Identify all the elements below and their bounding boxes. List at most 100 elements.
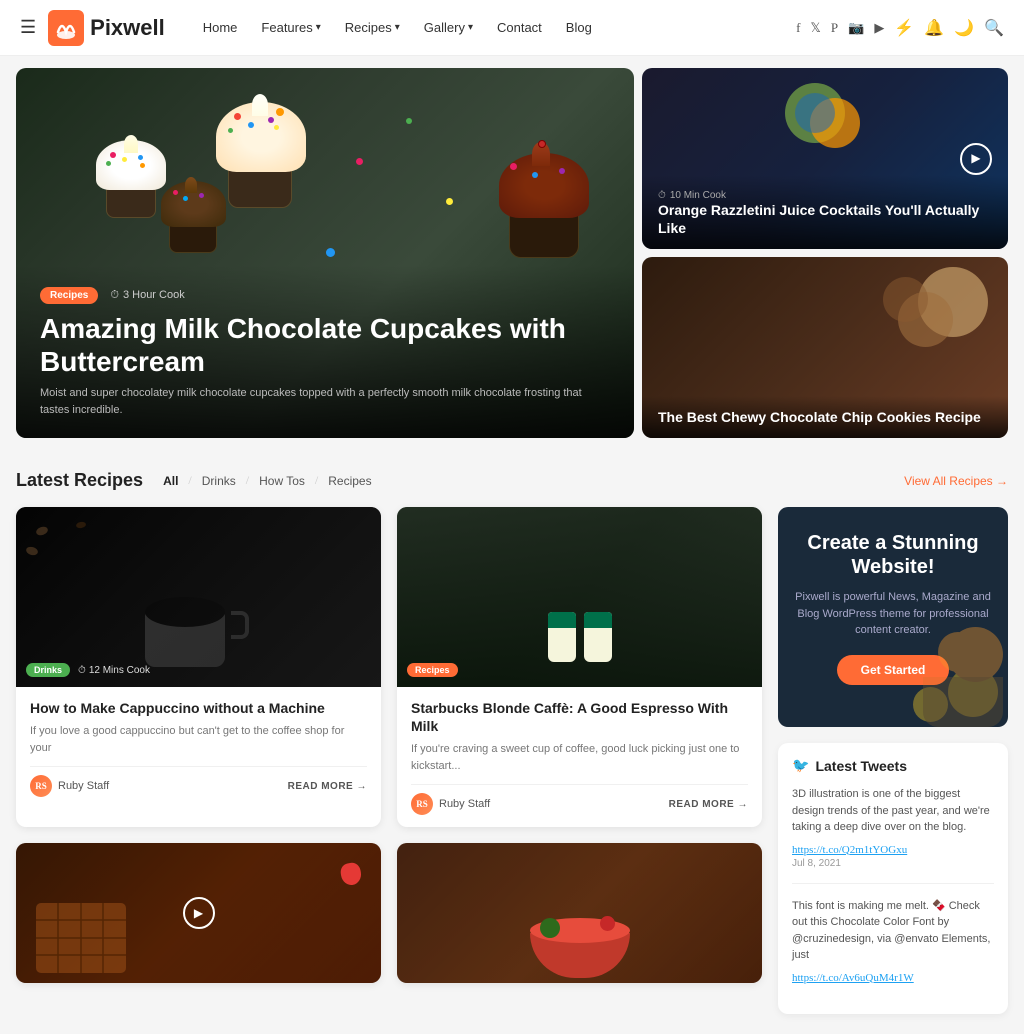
hero-meta: Recipes ⏱ 3 Hour Cook — [40, 285, 610, 304]
view-all-recipes[interactable]: View All Recipes → — [904, 474, 1008, 488]
cappuccino-author: RS Ruby Staff — [30, 775, 109, 797]
cupcake-group — [76, 98, 196, 238]
tweets-title: 🐦 Latest Tweets — [792, 757, 994, 774]
nav-gallery[interactable]: Gallery ▾ — [414, 12, 483, 43]
facebook-icon[interactable]: f — [796, 20, 800, 36]
hamburger-icon[interactable]: ☰ — [20, 17, 36, 38]
dot-2-blue — [183, 196, 188, 201]
recipes-dropdown-arrow: ▾ — [395, 22, 400, 33]
top-cards-row: Drinks ⏱ 12 Mins Cook How to Make Cappuc… — [16, 507, 762, 827]
instagram-icon[interactable]: 📷 — [848, 20, 864, 36]
side-card-2-overlay: The Best Chewy Chocolate Chip Cookies Re… — [642, 396, 1008, 438]
floating-dot-4 — [406, 118, 412, 124]
navbar: ☰ Pixwell Home Features ▾ Recipes ▾ Gall… — [0, 0, 1024, 56]
starbucks-badge[interactable]: Recipes — [407, 663, 458, 677]
cappuccino-footer: RS Ruby Staff READ MORE → — [30, 766, 367, 797]
floating-dot-3 — [326, 248, 335, 257]
starbucks-body: Starbucks Blonde Caffè: A Good Espresso … — [397, 687, 762, 827]
side-card-2-title: The Best Chewy Chocolate Chip Cookies Re… — [658, 408, 992, 426]
tweet-1-link[interactable]: https://t.co/Q2m1tYOGxu — [792, 844, 907, 856]
recipe-card-starbucks: Recipes Starbucks Blonde Caffè: A Good E… — [397, 507, 762, 827]
dot-r-pink — [510, 163, 517, 170]
recipe-card-cappuccino: Drinks ⏱ 12 Mins Cook How to Make Cappuc… — [16, 507, 381, 827]
dot-3-green — [228, 128, 233, 133]
starbucks-footer: RS Ruby Staff READ MORE → — [411, 784, 748, 815]
filter-all[interactable]: All — [159, 472, 182, 490]
dot-r-purple — [559, 168, 565, 174]
twitter-icon[interactable]: 𝕏 — [810, 20, 820, 36]
starbucks-title: Starbucks Blonde Caffè: A Good Espresso … — [411, 699, 748, 735]
dot-3-yellow — [274, 125, 279, 130]
cappuccino-badge[interactable]: Drinks — [26, 663, 70, 677]
nav-home[interactable]: Home — [193, 12, 248, 43]
logo-icon — [48, 10, 84, 46]
dot-3-blue — [248, 122, 254, 128]
search-icon[interactable]: 🔍 — [984, 18, 1004, 38]
side-card-2[interactable]: The Best Chewy Chocolate Chip Cookies Re… — [642, 257, 1008, 438]
side-card-1[interactable]: ▶ ⏱ 10 Min Cook Orange Razzletini Juice … — [642, 68, 1008, 249]
youtube-icon[interactable]: ▶ — [874, 20, 884, 36]
tweet-1-date: Jul 8, 2021 — [792, 858, 994, 869]
starbucks-author: RS Ruby Staff — [411, 793, 490, 815]
soup-image — [397, 843, 762, 983]
cupcake-right — [494, 128, 594, 258]
herb-1 — [540, 918, 560, 938]
cups-pair — [548, 612, 612, 662]
filter-recipes[interactable]: Recipes — [324, 472, 375, 490]
promo-card: Create a Stunning Website! Pixwell is po… — [778, 507, 1008, 727]
dot-2-pink — [173, 190, 178, 195]
navbar-right: f 𝕏 P 📷 ▶ ⚡ 🔔 🌙 🔍 — [796, 18, 1004, 38]
tweets-card: 🐦 Latest Tweets 3D illustration is one o… — [778, 743, 1008, 1014]
logo-wrapper[interactable]: Pixwell — [48, 10, 165, 46]
hero-overlay: Recipes ⏱ 3 Hour Cook Amazing Milk Choco… — [16, 265, 634, 438]
dot-r-blue — [532, 172, 538, 178]
soup-surface — [530, 918, 630, 943]
cocktail-deco — [785, 83, 865, 163]
dot-2-purple — [199, 193, 204, 198]
waffle-play-btn[interactable]: ▶ — [183, 897, 215, 929]
twitter-bird-icon: 🐦 — [792, 757, 809, 774]
notification-icon[interactable]: 🔔 — [924, 18, 944, 38]
cup-pair-1 — [548, 612, 576, 662]
cherry — [538, 140, 546, 148]
starbucks-read-more[interactable]: READ MORE → — [669, 799, 748, 810]
nav-features[interactable]: Features ▾ — [251, 12, 330, 43]
play-button-1[interactable]: ▶ — [960, 143, 992, 175]
hero-badge[interactable]: Recipes — [40, 287, 98, 304]
section-title: Latest Recipes — [16, 470, 143, 491]
filter-howtos[interactable]: How Tos — [255, 472, 309, 490]
dot-green — [106, 161, 111, 166]
author-name-2: Ruby Staff — [439, 798, 490, 810]
hero-main-card[interactable]: Recipes ⏱ 3 Hour Cook Amazing Milk Choco… — [16, 68, 634, 438]
section-header: Latest Recipes All / Drinks / How Tos / … — [16, 470, 1008, 491]
cappuccino-cook-time: ⏱ 12 Mins Cook — [78, 665, 150, 676]
tweet-1-text: 3D illustration is one of the biggest de… — [792, 786, 994, 836]
dot-pink — [110, 152, 116, 158]
promo-bg-deco — [888, 597, 1008, 727]
waffle-svg — [36, 903, 126, 973]
lightning-icon[interactable]: ⚡ — [894, 18, 914, 38]
side-card-1-cook-time: ⏱ 10 Min Cook — [658, 190, 992, 201]
dark-mode-icon[interactable]: 🌙 — [954, 18, 974, 38]
nav-contact[interactable]: Contact — [487, 12, 552, 43]
cappuccino-badge-wrapper: Drinks ⏱ 12 Mins Cook — [26, 663, 150, 677]
nav-blog[interactable]: Blog — [556, 12, 602, 43]
cupcake-3 — [216, 98, 306, 208]
filter-divider-1: / — [188, 473, 191, 488]
clock-icon-small: ⏱ — [658, 190, 666, 201]
nav-recipes[interactable]: Recipes ▾ — [335, 12, 410, 43]
pinterest-icon[interactable]: P — [831, 20, 838, 36]
filter-divider-2: / — [246, 473, 249, 488]
starbucks-bg — [397, 507, 762, 687]
floating-dot-5 — [446, 198, 453, 205]
features-dropdown-arrow: ▾ — [316, 22, 321, 33]
filter-drinks[interactable]: Drinks — [198, 472, 240, 490]
cappuccino-read-more[interactable]: READ MORE → — [288, 781, 367, 792]
tweet-2-link[interactable]: https://t.co/Av6uQuM4r1W — [792, 972, 914, 984]
cupcake-2-swirl — [185, 177, 197, 193]
lemon-4 — [948, 627, 1003, 682]
floating-dot-2 — [356, 158, 363, 165]
recipe-cards-wrapper: Drinks ⏱ 12 Mins Cook How to Make Cappuc… — [16, 507, 762, 1014]
starbucks-desc: If you're craving a sweet cup of coffee,… — [411, 741, 748, 774]
bowl — [530, 918, 630, 978]
